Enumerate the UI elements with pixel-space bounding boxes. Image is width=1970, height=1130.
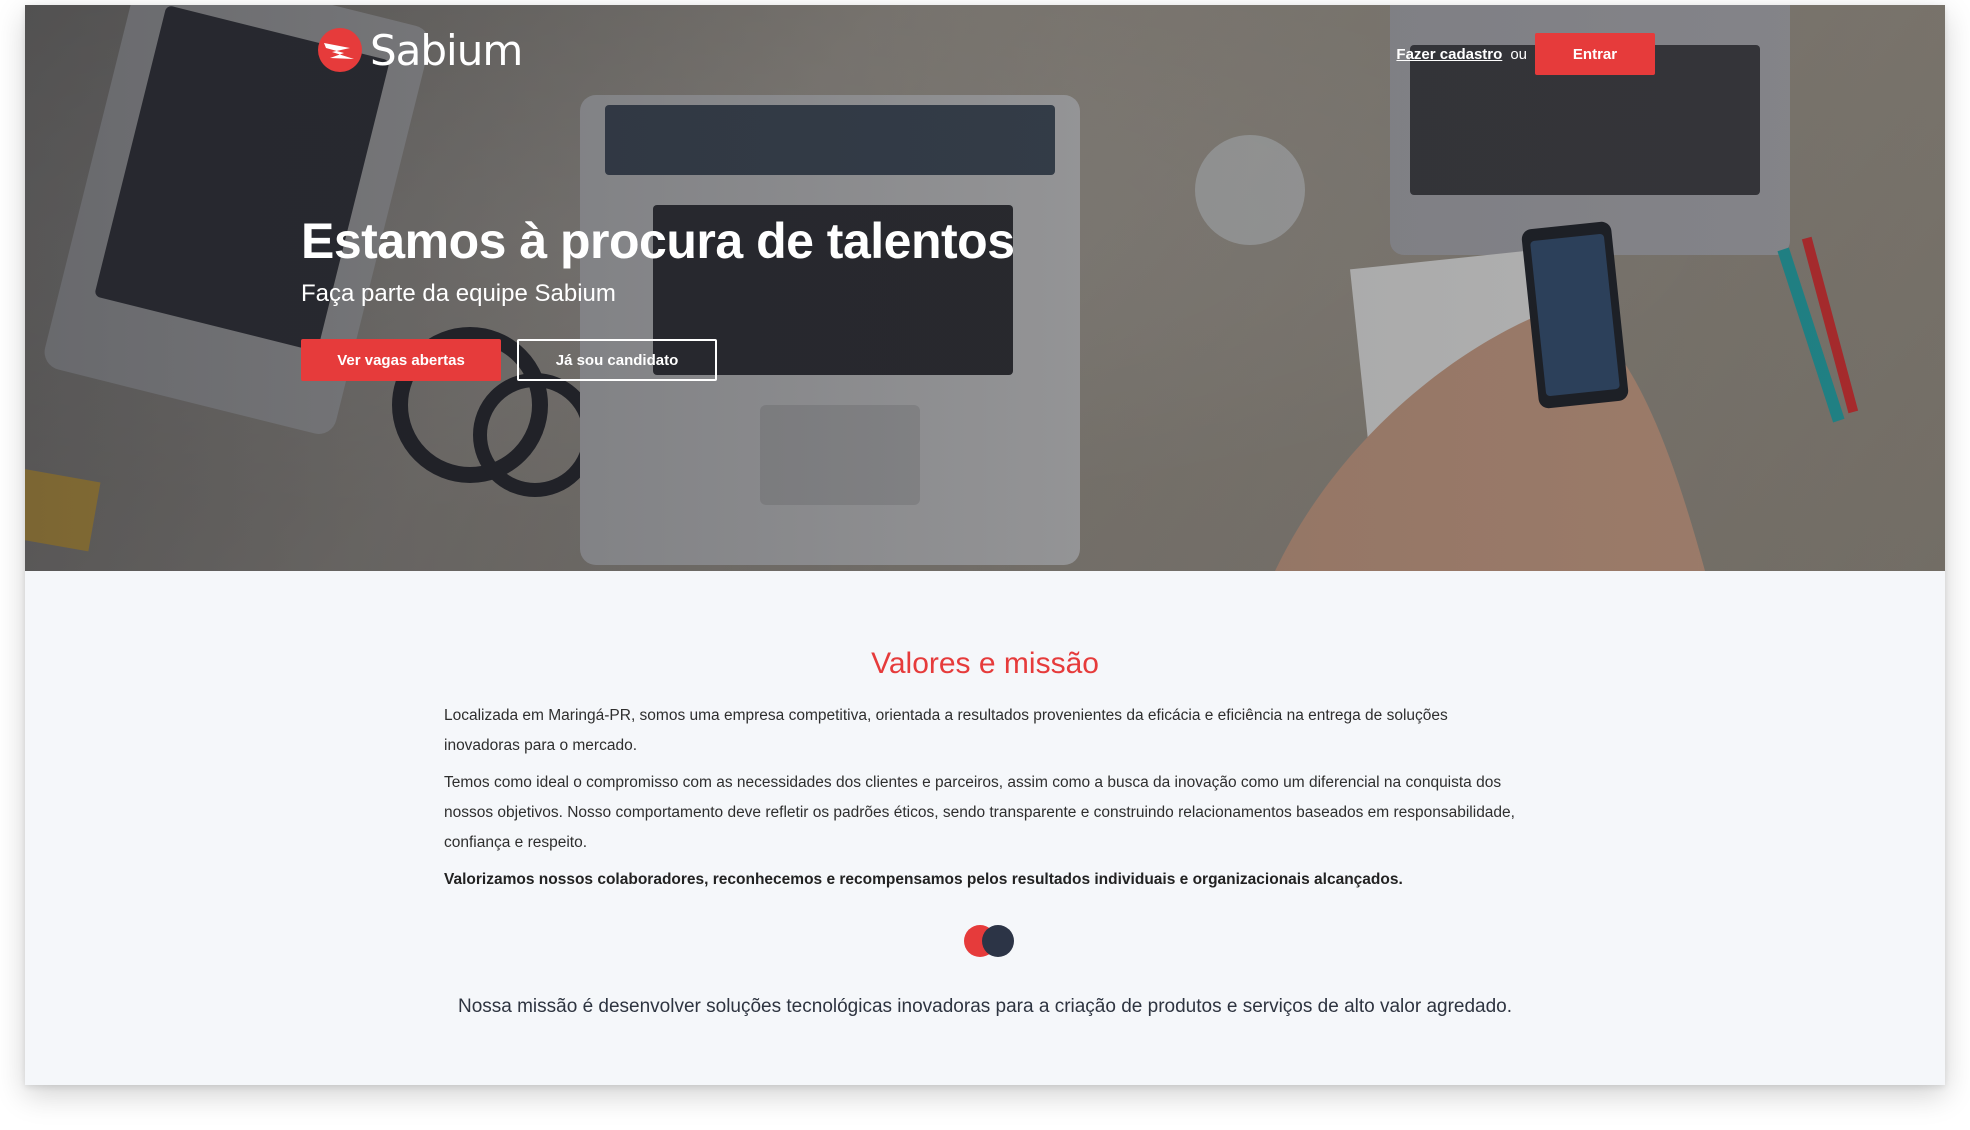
nav-or-text: ou: [1510, 45, 1527, 63]
section-title: Valores e missão: [871, 647, 1099, 680]
values-text: Localizada em Maringá-PR, somos uma empr…: [444, 701, 1524, 902]
top-nav: Fazer cadastro ou Entrar: [1396, 33, 1655, 75]
login-button[interactable]: Entrar: [1535, 33, 1655, 75]
dark-dot-icon: [982, 925, 1014, 957]
values-paragraph-highlight: Valorizamos nossos colaboradores, reconh…: [444, 871, 1403, 888]
hero-subtitle: Faça parte da equipe Sabium: [301, 280, 616, 307]
open-jobs-button[interactable]: Ver vagas abertas: [301, 339, 501, 381]
values-paragraph: Temos como ideal o compromisso com as ne…: [444, 774, 1515, 851]
hero-title: Estamos à procura de talentos: [301, 213, 1015, 269]
mission-statement: Nossa missão é desenvolver soluções tecn…: [457, 996, 1513, 1017]
hero-actions: Ver vagas abertas Já sou candidato: [301, 339, 717, 381]
sabium-logo[interactable]: Sabium: [316, 25, 523, 75]
values-paragraph: Localizada em Maringá-PR, somos uma empr…: [444, 707, 1448, 754]
logo-text: Sabium: [370, 25, 523, 75]
hero-banner: Sabium Fazer cadastro ou Entrar Estamos …: [25, 5, 1945, 571]
sabium-logo-mark-icon: [318, 28, 362, 72]
values-section: Valores e missão Localizada em Maringá-P…: [25, 571, 1945, 1085]
page: Sabium Fazer cadastro ou Entrar Estamos …: [25, 5, 1945, 1085]
decorative-dots-icon: [964, 923, 1024, 963]
existing-candidate-button[interactable]: Já sou candidato: [517, 339, 717, 381]
signup-link[interactable]: Fazer cadastro: [1396, 46, 1502, 63]
